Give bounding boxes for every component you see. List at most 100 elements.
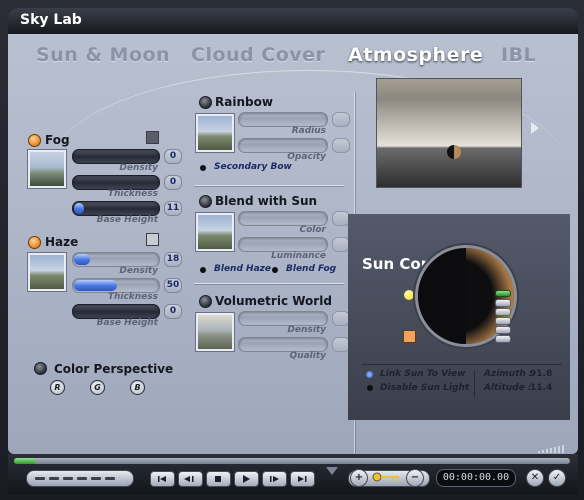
rainbow-radius-value[interactable] (332, 112, 350, 127)
blend-color-slider[interactable] (238, 211, 328, 226)
haze-thickness-label: Thickness (107, 292, 158, 302)
rainbow-opacity-value[interactable] (332, 138, 350, 153)
tab-cloud-cover[interactable]: Cloud Cover (191, 44, 325, 66)
haze-thickness-slider[interactable] (72, 278, 160, 293)
add-key-button[interactable]: + (350, 469, 368, 487)
sky-preview-viewport[interactable] (376, 78, 522, 188)
play-icon (243, 475, 250, 483)
fog-thickness-value[interactable]: 0 (164, 175, 182, 190)
rainbow-toggle[interactable] (199, 96, 212, 109)
next-key-button[interactable] (262, 471, 287, 487)
rainbow-opacity-slider[interactable] (238, 138, 328, 153)
confirm-button[interactable]: ✓ (548, 469, 566, 487)
sun-intensity-step[interactable] (495, 326, 511, 334)
sun-intensity-step[interactable] (495, 308, 511, 316)
fog-thickness-label: Thickness (107, 189, 158, 199)
tab-sun-moon[interactable]: Sun & Moon (36, 44, 170, 66)
haze-density-slider[interactable] (72, 252, 160, 267)
section-divider (194, 283, 344, 284)
sun-color-swatch[interactable] (403, 330, 416, 343)
remove-key-button[interactable]: − (406, 469, 424, 487)
signal-strength-icon (538, 445, 564, 453)
haze-base-height-value[interactable]: 0 (164, 304, 182, 319)
blend-with-sun-preview-thumbnail (196, 213, 234, 251)
sun-intensity-step[interactable] (495, 299, 511, 307)
timeline-menu-arrow-icon[interactable] (326, 467, 338, 475)
blend-with-sun-toggle[interactable] (199, 195, 212, 208)
fog-base-height-slider[interactable] (72, 201, 160, 216)
haze-label: Haze (45, 235, 79, 249)
color-perspective-label: Color Perspective (54, 362, 174, 376)
haze-base-height-label: Base Height (96, 318, 158, 328)
keyframe-strip[interactable] (26, 470, 134, 487)
blend-fog-radio[interactable] (272, 267, 278, 273)
rainbow-radius-slider[interactable] (238, 112, 328, 127)
prev-key-icon (184, 476, 194, 482)
secondary-bow-radio[interactable] (200, 165, 206, 171)
sun-disc-icon (447, 145, 461, 159)
prev-key-button[interactable] (178, 471, 203, 487)
blend-haze-label[interactable]: Blend Haze (214, 264, 271, 274)
sun-intensity-step[interactable] (495, 335, 511, 343)
timeline-scrubber[interactable] (14, 458, 570, 464)
fog-density-slider[interactable] (72, 149, 160, 164)
tab-atmosphere[interactable]: Atmosphere (348, 44, 483, 66)
link-sun-to-view-label[interactable]: Link Sun To View (380, 369, 465, 379)
fog-color-swatch[interactable] (146, 131, 159, 144)
volumetric-world-toggle[interactable] (199, 295, 212, 308)
preview-expand-right-icon[interactable] (531, 122, 539, 134)
link-sun-to-view-radio[interactable] (366, 371, 373, 378)
color-perspective-g-button[interactable]: G (90, 380, 105, 395)
haze-toggle[interactable] (28, 236, 41, 249)
last-frame-button[interactable] (290, 471, 315, 487)
stop-icon (215, 476, 221, 482)
secondary-bow-label[interactable]: Secondary Bow (214, 162, 292, 172)
tab-ibl[interactable]: IBL (501, 44, 536, 66)
blend-fog-label[interactable]: Blend Fog (286, 264, 336, 274)
haze-base-height-slider[interactable] (72, 304, 160, 319)
fog-preview-thumbnail (28, 150, 66, 188)
key-icon[interactable] (372, 472, 402, 482)
close-button[interactable]: ✕ (526, 469, 544, 487)
disable-sun-light-label[interactable]: Disable Sun Light (380, 383, 469, 393)
title-bar[interactable]: Sky Lab (8, 8, 578, 34)
azimuth-value[interactable]: 91.8 (530, 369, 552, 379)
haze-thickness-value[interactable]: 50 (164, 278, 182, 293)
rainbow-opacity-label: Opacity (287, 152, 326, 162)
timecode-display[interactable]: 00:00:00.00 (436, 469, 516, 487)
volumetric-density-slider[interactable] (238, 311, 328, 326)
fog-base-height-fill (74, 203, 84, 214)
fog-base-height-label: Base Height (96, 215, 158, 225)
color-perspective-toggle[interactable] (34, 362, 47, 375)
blend-haze-radio[interactable] (200, 267, 206, 273)
blend-luminance-slider[interactable] (238, 237, 328, 252)
play-button[interactable] (234, 471, 259, 487)
sun-controls-divider (362, 364, 562, 365)
fog-label: Fog (45, 133, 70, 147)
fog-toggle[interactable] (28, 134, 41, 147)
stop-button[interactable] (206, 471, 231, 487)
altitude-value[interactable]: 11.4 (530, 383, 552, 393)
sun-light-icon[interactable] (404, 290, 414, 300)
window-title: Sky Lab (20, 12, 82, 28)
fog-density-value[interactable]: 0 (164, 149, 182, 164)
keyframe-slots-icon (35, 477, 115, 480)
haze-color-swatch[interactable] (146, 233, 159, 246)
color-perspective-b-button[interactable]: B (130, 380, 145, 395)
haze-density-value[interactable]: 18 (164, 252, 182, 267)
haze-density-fill (74, 254, 90, 265)
altitude-label: Altitude : (484, 383, 532, 393)
azimuth-label: Azimuth : (484, 369, 533, 379)
volumetric-quality-slider[interactable] (238, 337, 328, 352)
section-divider (194, 185, 344, 186)
color-perspective-r-button[interactable]: R (50, 380, 65, 395)
sun-intensity-step[interactable] (495, 317, 511, 325)
fog-thickness-slider[interactable] (72, 175, 160, 190)
first-frame-button[interactable] (150, 471, 175, 487)
rainbow-preview-thumbnail (196, 114, 234, 152)
blend-with-sun-label: Blend with Sun (215, 194, 318, 208)
volumetric-density-label: Density (287, 325, 326, 335)
fog-base-height-value[interactable]: 11 (164, 201, 182, 216)
haze-thickness-fill (74, 280, 117, 291)
disable-sun-light-radio[interactable] (367, 385, 373, 391)
